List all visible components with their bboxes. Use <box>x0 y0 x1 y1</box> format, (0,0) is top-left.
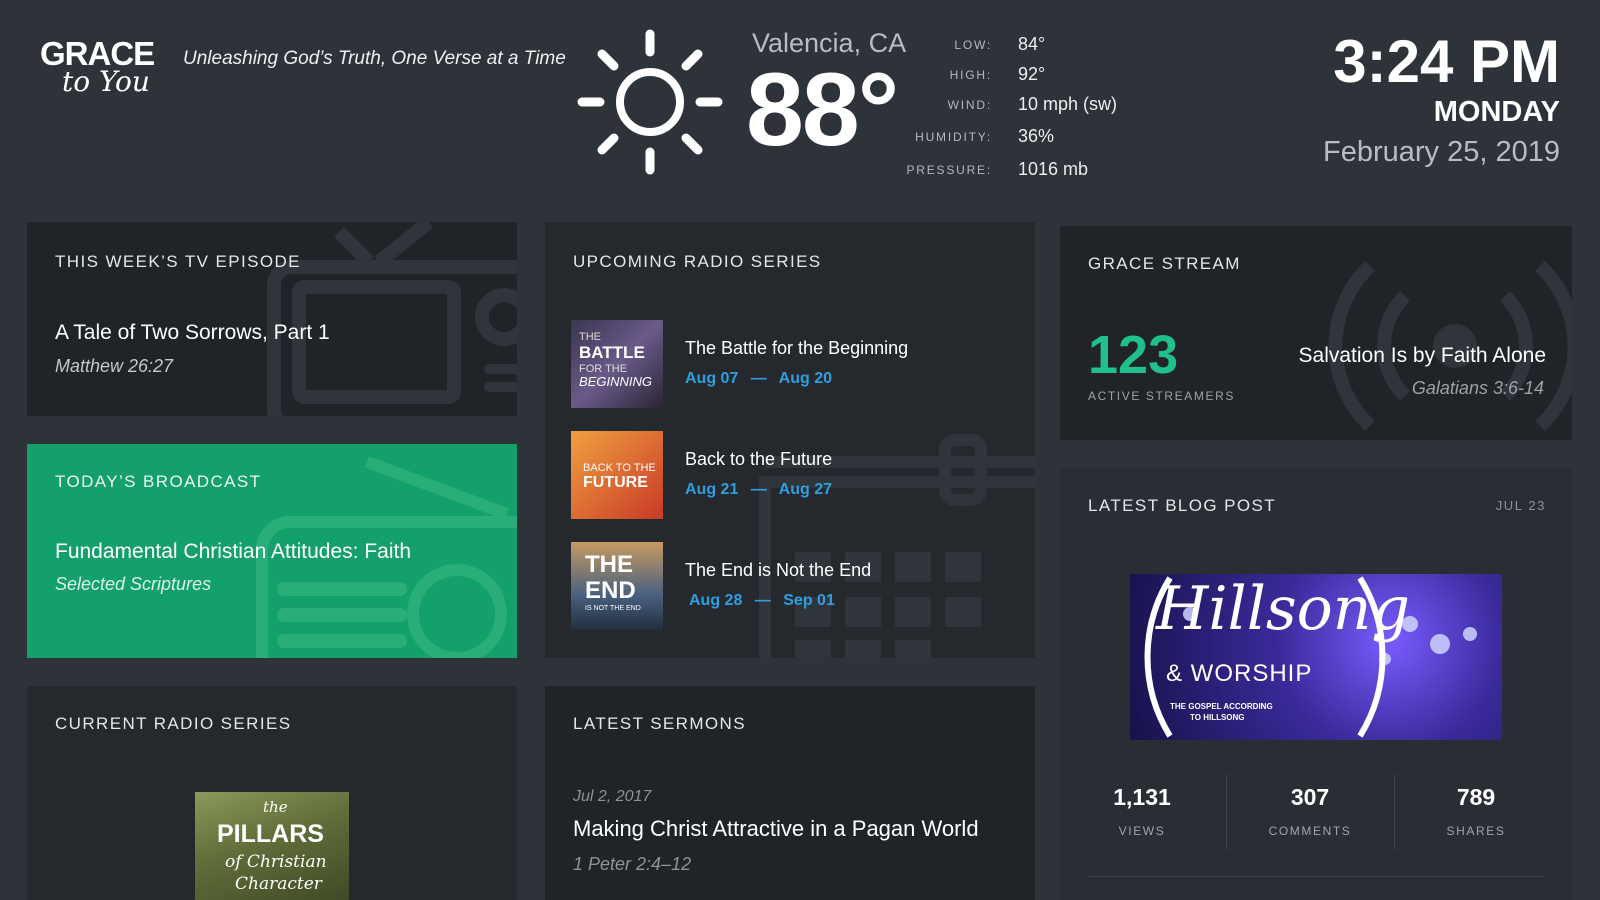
upcoming-radio-heading: UPCOMING RADIO SERIES <box>573 252 822 271</box>
shares-count: 789 <box>1456 784 1496 810</box>
tv-episode-reference: Matthew 26:27 <box>55 356 174 376</box>
pressure-value: 1016 mb <box>1018 159 1089 179</box>
blog-date: JUL 23 <box>1495 498 1546 513</box>
upcoming-item-dates: Aug 28 — Sep 01 <box>689 592 835 610</box>
clock-date: February 25, 2019 <box>1323 136 1560 168</box>
humidity-label: HUMIDITY: <box>915 130 992 144</box>
low-label: LOW: <box>954 38 992 52</box>
series-cover: THE END IS NOT THE END <box>571 542 663 630</box>
grace-stream-card[interactable]: GRACE STREAM 123 ACTIVE STREAMERS Salvat… <box>1060 226 1572 440</box>
views-count: 1,131 <box>1113 784 1171 810</box>
current-series-cover[interactable]: the PILLARS of Christian Character <box>195 792 349 900</box>
pressure-label: PRESSURE: <box>906 163 992 177</box>
stat-divider <box>1226 774 1227 850</box>
svg-text:FUTURE: FUTURE <box>583 474 648 491</box>
blog-image-caption-1: THE GOSPEL ACCORDING <box>1170 702 1273 711</box>
upcoming-item-dates: Aug 07 — Aug 20 <box>685 370 832 388</box>
cover-line2: PILLARS <box>217 820 324 848</box>
date-separator: — <box>750 481 767 498</box>
svg-text:BACK TO THE: BACK TO THE <box>583 462 656 474</box>
date-end: Aug 20 <box>778 370 832 387</box>
date-end: Aug 27 <box>778 481 832 498</box>
latest-sermons-card[interactable]: LATEST SERMONS Jul 2, 2017 Making Christ… <box>545 686 1035 900</box>
cover-line3: of Christian <box>225 852 327 872</box>
grace-to-you-logo: GRACE to You <box>40 37 170 108</box>
active-streamers-label: ACTIVE STREAMERS <box>1088 389 1235 403</box>
wind-label: WIND: <box>947 98 992 112</box>
active-streamers-count: 123 <box>1088 325 1179 385</box>
date-separator: — <box>754 592 771 609</box>
blog-image-title: Hillsong <box>1156 574 1410 644</box>
current-radio-card[interactable]: CURRENT RADIO SERIES the PILLARS of Chri… <box>27 686 517 900</box>
series-cover: BACK TO THE FUTURE <box>571 431 663 519</box>
sun-icon <box>577 29 723 175</box>
blog-image-subtitle: & WORSHIP <box>1166 660 1313 687</box>
blog-image-caption-2: TO HILLSONG <box>1190 713 1245 722</box>
series-cover: THE BATTLE FOR THE BEGINNING <box>571 320 663 408</box>
cover-line1: the <box>263 798 288 816</box>
date-separator: — <box>750 370 767 387</box>
grace-stream-heading: GRACE STREAM <box>1088 254 1241 273</box>
sermon-reference: 1 Peter 2:4–12 <box>573 854 692 874</box>
views-label: VIEWS <box>1118 824 1166 838</box>
sermons-heading: LATEST SERMONS <box>573 714 746 733</box>
latest-blog-card[interactable]: LATEST BLOG POST JUL 23 Hillsong & WORSH… <box>1060 468 1572 900</box>
broadcast-heading: TODAY’S BROADCAST <box>55 472 262 491</box>
sermon-title: Making Christ Attractive in a Pagan Worl… <box>573 816 979 841</box>
upcoming-item-title: The Battle for the Beginning <box>685 338 909 358</box>
current-radio-heading: CURRENT RADIO SERIES <box>55 714 292 733</box>
tv-episode-heading: THIS WEEK’S TV EPISODE <box>55 252 301 271</box>
svg-text:IS NOT THE END: IS NOT THE END <box>585 605 641 612</box>
upcoming-item[interactable]: THE BATTLE FOR THE BEGINNING The Battle … <box>571 320 1011 410</box>
clock-day: MONDAY <box>1433 96 1560 128</box>
logo-line2: to You <box>62 65 150 98</box>
tv-episode-title: A Tale of Two Sorrows, Part 1 <box>55 321 330 344</box>
high-label: HIGH: <box>949 68 992 82</box>
date-start: Aug 28 <box>689 592 743 609</box>
upcoming-item[interactable]: BACK TO THE FUTURE Back to the Future Au… <box>571 431 1011 521</box>
grace-stream-reference: Galatians 3:6-14 <box>1411 378 1544 398</box>
blog-image[interactable]: Hillsong & WORSHIP THE GOSPEL ACCORDING … <box>1130 574 1502 740</box>
broadcast-icon <box>1328 260 1572 432</box>
comments-label: COMMENTS <box>1268 824 1352 838</box>
upcoming-item[interactable]: THE END IS NOT THE END The End is Not th… <box>571 542 1011 632</box>
svg-text:END: END <box>585 577 636 604</box>
upcoming-item-dates: Aug 21 — Aug 27 <box>685 481 832 499</box>
upcoming-item-title: Back to the Future <box>685 449 833 469</box>
low-value: 84° <box>1018 34 1046 54</box>
upcoming-item-title: The End is Not the End <box>685 560 872 580</box>
comments-count: 307 <box>1290 784 1330 810</box>
humidity-value: 36% <box>1018 126 1055 146</box>
shares-label: SHARES <box>1446 824 1506 838</box>
weather-temperature: 88° <box>746 52 899 168</box>
cover-line4: Character <box>235 874 322 894</box>
sermon-date: Jul 2, 2017 <box>573 788 652 805</box>
wind-value: 10 mph (sw) <box>1018 94 1118 114</box>
blog-heading: LATEST BLOG POST <box>1088 496 1277 515</box>
clock: 3:24 PM MONDAY February 25, 2019 <box>1323 30 1560 172</box>
svg-text:BEGINNING: BEGINNING <box>579 374 652 389</box>
svg-text:THE: THE <box>585 551 633 578</box>
date-end: Sep 01 <box>783 592 835 609</box>
todays-broadcast-card[interactable]: TODAY’S BROADCAST Fundamental Christian … <box>27 444 517 658</box>
svg-text:THE: THE <box>579 331 601 343</box>
tagline: Unleashing God’s Truth, One Verse at a T… <box>183 48 566 69</box>
date-start: Aug 21 <box>685 481 739 498</box>
high-value: 92° <box>1018 64 1046 84</box>
broadcast-reference: Selected Scriptures <box>55 574 212 594</box>
blog-footer-divider <box>1088 876 1544 877</box>
broadcast-title: Fundamental Christian Attitudes: Faith <box>55 540 412 563</box>
grace-stream-title: Salvation Is by Faith Alone <box>1298 344 1546 367</box>
clock-time: 3:24 PM <box>1333 28 1560 95</box>
upcoming-radio-card: UPCOMING RADIO SERIES THE BATTLE FOR THE… <box>545 222 1035 658</box>
date-start: Aug 07 <box>685 370 739 387</box>
tv-episode-card[interactable]: THIS WEEK’S TV EPISODE A Tale of Two Sor… <box>27 222 517 416</box>
svg-text:BATTLE: BATTLE <box>579 343 645 362</box>
